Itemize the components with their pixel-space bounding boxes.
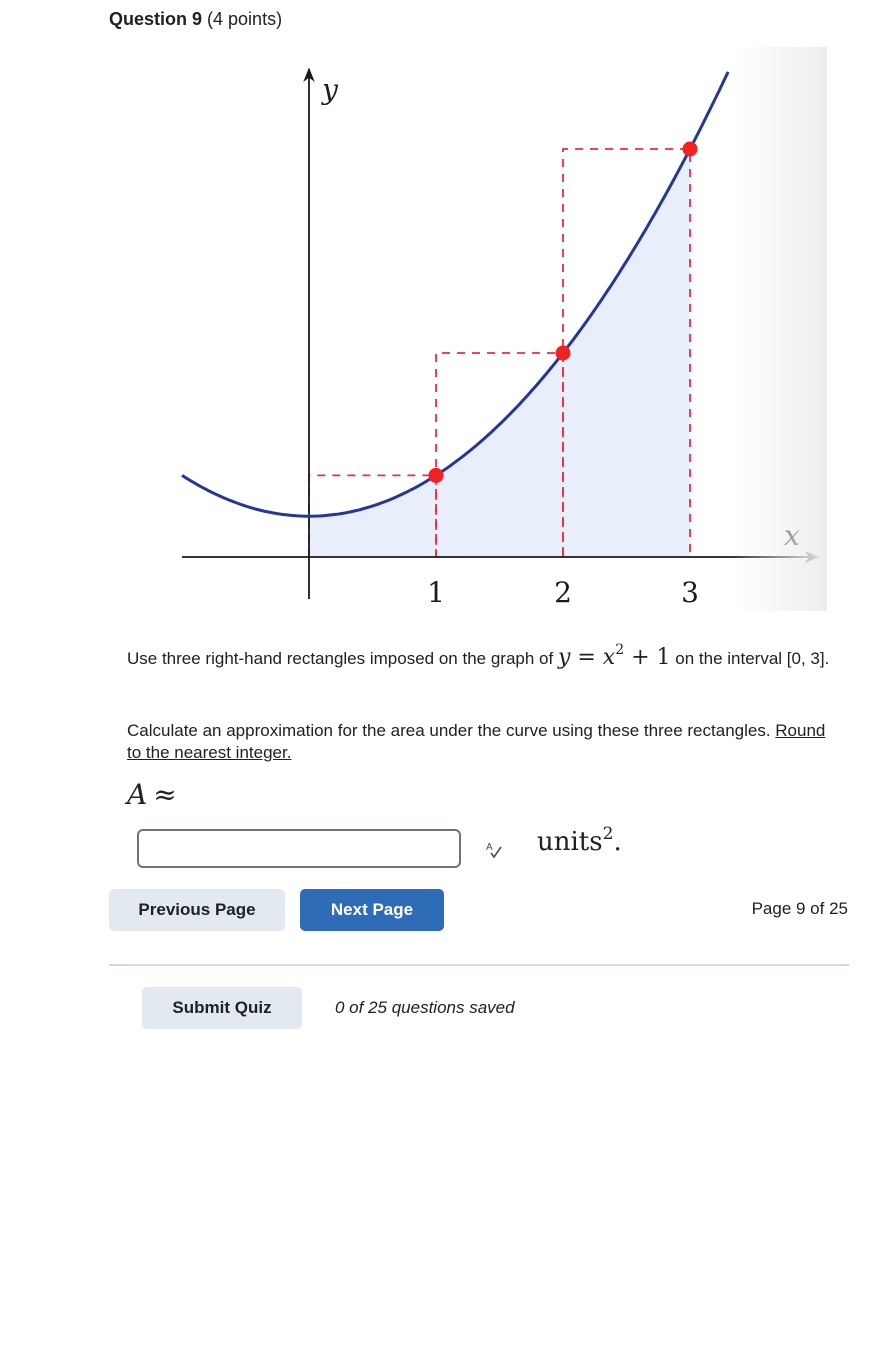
instruction-text: Calculate an approximation for the area … [127,721,776,740]
units-exponent: 2 [602,824,614,844]
prompt-text: Use three right-hand rectangles imposed … [127,649,558,668]
figure-edge-shadow [732,47,827,611]
saved-status: 0 of 25 questions saved [335,998,515,1017]
page-indicator: Page 9 of 25 [751,899,848,918]
submit-quiz-button[interactable]: Submit Quiz [142,987,302,1029]
right-endpoint-point-3 [682,141,698,157]
question-points: (4 points) [207,9,283,29]
question-prompt: Use three right-hand rectangles imposed … [127,642,837,671]
equation-y: y [557,645,571,670]
units-label: units2. [537,824,622,857]
x-tick-label-1: 1 [427,576,445,609]
divider [109,964,849,966]
x-tick-label-3: 3 [681,576,699,609]
equation-plus-one: + 1 [624,645,671,670]
x-tick-label-2: 2 [554,576,572,609]
right-endpoint-point-1 [428,467,444,483]
equation-equals: = [570,645,603,670]
units-period: . [613,827,622,857]
question-instruction: Calculate an approximation for the area … [127,720,837,764]
next-page-button[interactable]: Next Page [300,889,444,931]
svg-text:A: A [486,842,493,853]
question-number: Question 9 [109,9,203,29]
equation-x: x [602,645,616,670]
units-text: units [537,827,603,857]
spellcheck-icon[interactable]: A [484,839,506,861]
area-approx-label: A ≈ [127,778,177,811]
shaded-area [309,149,690,557]
y-axis-label: y [320,73,339,106]
answer-input[interactable] [137,829,461,868]
previous-page-button[interactable]: Previous Page [109,889,285,931]
riemann-sum-figure: 123xy [180,47,827,611]
equation-exponent: 2 [615,642,625,658]
area-symbol: A [127,778,148,811]
approx-operator: ≈ [153,778,177,811]
prompt-text-after: on the interval [0, 3]. [670,649,830,668]
chart-svg: 123xy [181,67,820,609]
right-endpoint-point-2 [555,345,571,361]
question-header: Question 9 (4 points) [109,9,282,30]
